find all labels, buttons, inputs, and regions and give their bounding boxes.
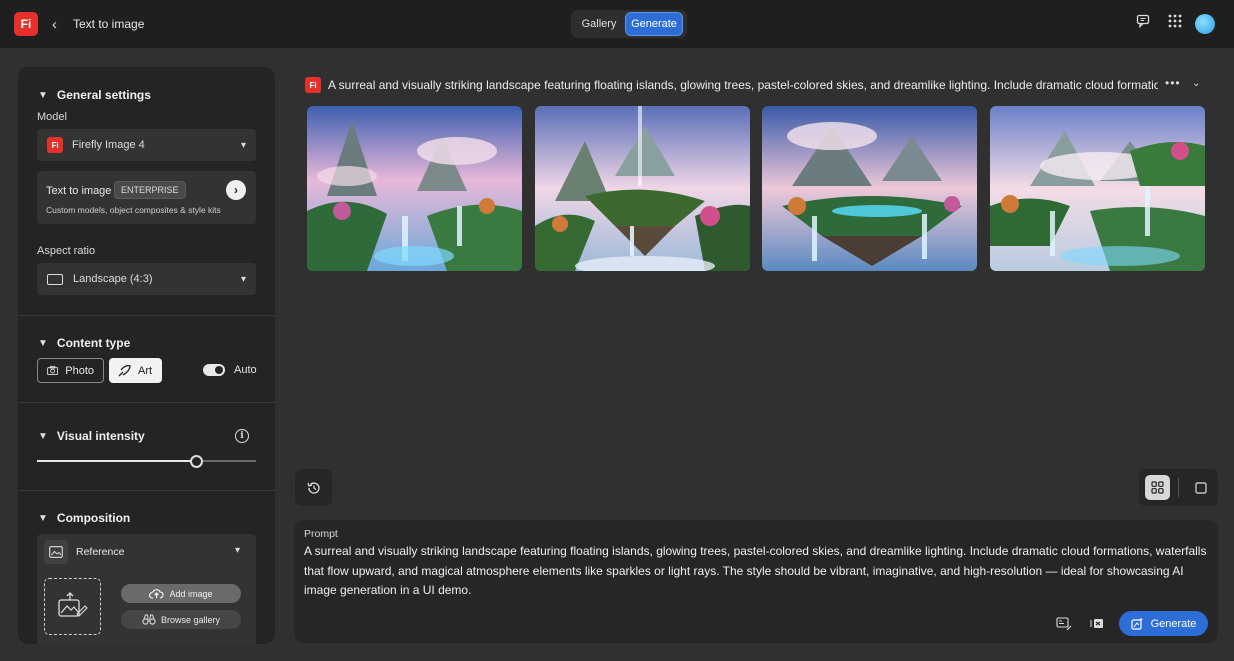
prompt-input[interactable]: A surreal and visually striking landscap… bbox=[304, 542, 1209, 601]
model-value: Firefly Image 4 bbox=[72, 139, 145, 151]
single-view-button[interactable] bbox=[1188, 475, 1213, 500]
image-floating-islands bbox=[762, 106, 977, 271]
divider bbox=[18, 490, 275, 491]
brush-icon bbox=[118, 364, 131, 376]
chevron-down-icon: ▾ bbox=[240, 273, 246, 285]
grid-view-button[interactable] bbox=[1145, 475, 1170, 500]
image-floating-islands bbox=[535, 106, 750, 271]
divider bbox=[1178, 478, 1179, 497]
browse-gallery-button[interactable]: Browse gallery bbox=[121, 610, 241, 629]
image-floating-islands bbox=[307, 106, 522, 271]
chevron-down-icon: ▼ bbox=[38, 337, 48, 349]
photo-label: Photo bbox=[65, 364, 94, 377]
tab-generate[interactable]: Generate bbox=[625, 12, 683, 36]
image-upload-dropzone[interactable] bbox=[44, 578, 101, 635]
chevron-down-icon: ▼ bbox=[38, 430, 48, 442]
generated-image-4[interactable] bbox=[990, 106, 1205, 271]
toggle-knob bbox=[215, 366, 223, 374]
generated-image-3[interactable] bbox=[762, 106, 977, 271]
tab-gallery[interactable]: Gallery bbox=[573, 12, 625, 36]
browse-gallery-label: Browse gallery bbox=[160, 614, 221, 625]
aspect-ratio-value: Landscape (4:3) bbox=[73, 273, 153, 285]
grid-view-icon bbox=[1151, 481, 1164, 494]
top-bar: Fi ‹ Text to image Gallery Generate bbox=[0, 0, 1234, 48]
history-icon bbox=[306, 481, 320, 494]
structure-reference-icon[interactable] bbox=[1090, 617, 1104, 635]
aspect-ratio-select[interactable]: Landscape (4:3) ▾ bbox=[37, 263, 256, 295]
model-select[interactable]: Fi Firefly Image 4 ▾ bbox=[37, 129, 256, 161]
add-image-icon bbox=[57, 591, 88, 617]
chevron-down-icon: ▼ bbox=[38, 89, 48, 101]
prompt-preview: A surreal and visually striking landscap… bbox=[328, 78, 1158, 92]
composition-header[interactable]: ▼ Composition bbox=[38, 511, 130, 525]
generate-label: Generate bbox=[1150, 617, 1197, 630]
prompt-box: Prompt A surreal and visually striking l… bbox=[294, 520, 1218, 643]
auto-toggle[interactable] bbox=[203, 364, 225, 376]
photo-button[interactable]: Photo bbox=[37, 358, 104, 383]
reference-card: Reference ▾ Add image Browse gallery bbox=[37, 534, 256, 644]
generate-icon bbox=[1130, 617, 1143, 630]
generated-image-2[interactable] bbox=[535, 106, 750, 271]
model-label: Model bbox=[37, 111, 67, 123]
feedback-icon[interactable] bbox=[1136, 14, 1150, 31]
reference-icon bbox=[44, 540, 68, 564]
divider bbox=[18, 402, 275, 403]
art-button[interactable]: Art bbox=[109, 358, 162, 383]
camera-icon bbox=[47, 365, 59, 376]
firefly-model-logo: Fi bbox=[47, 137, 63, 153]
cloud-upload-icon bbox=[149, 589, 165, 599]
enterprise-card[interactable]: Text to image ENTERPRISE Custom models, … bbox=[37, 171, 256, 224]
apps-grid-icon[interactable] bbox=[1168, 14, 1182, 31]
history-button[interactable] bbox=[295, 469, 332, 506]
visual-intensity-header[interactable]: ▼ Visual intensity bbox=[38, 429, 145, 443]
firefly-logo[interactable]: Fi bbox=[14, 12, 38, 36]
more-options-icon[interactable]: ••• bbox=[1165, 76, 1181, 90]
chevron-down-icon[interactable]: ⌄ bbox=[1192, 78, 1200, 89]
chevron-down-icon: ▾ bbox=[240, 139, 246, 151]
settings-panel: ▼ General settings Model Fi Firefly Imag… bbox=[18, 67, 275, 644]
arrow-right-icon[interactable]: › bbox=[226, 180, 246, 200]
landscape-icon bbox=[47, 273, 63, 285]
avatar[interactable] bbox=[1195, 14, 1215, 34]
composition-title: Composition bbox=[56, 511, 131, 525]
enterprise-badge: ENTERPRISE bbox=[114, 181, 186, 199]
intensity-slider-fill bbox=[37, 460, 197, 462]
info-icon[interactable]: i bbox=[235, 429, 249, 443]
art-label: Art bbox=[138, 364, 153, 377]
prompt-label: Prompt bbox=[304, 528, 338, 540]
general-settings-title: General settings bbox=[56, 88, 151, 102]
enterprise-title: Text to image bbox=[46, 185, 112, 197]
chevron-down-icon[interactable]: ▾ bbox=[235, 545, 240, 556]
generated-image-1[interactable] bbox=[307, 106, 522, 271]
image-floating-islands bbox=[990, 106, 1205, 271]
style-reference-icon[interactable] bbox=[1056, 617, 1072, 636]
page-title: Text to image bbox=[73, 17, 145, 31]
visual-intensity-title: Visual intensity bbox=[56, 429, 145, 443]
firefly-badge: Fi bbox=[305, 77, 321, 93]
general-settings-header[interactable]: ▼ General settings bbox=[38, 88, 151, 102]
view-toggle bbox=[1139, 469, 1218, 506]
divider bbox=[18, 315, 275, 316]
generate-button[interactable]: Generate bbox=[1119, 611, 1208, 636]
add-image-label: Add image bbox=[169, 588, 213, 599]
chevron-left-icon[interactable]: ‹ bbox=[52, 16, 57, 33]
binoculars-icon bbox=[142, 614, 156, 625]
intensity-slider-thumb[interactable] bbox=[190, 455, 204, 468]
add-image-button[interactable]: Add image bbox=[121, 584, 241, 603]
aspect-ratio-label: Aspect ratio bbox=[37, 245, 96, 257]
enterprise-description: Custom models, object composites & style… bbox=[46, 205, 221, 215]
reference-label: Reference bbox=[76, 546, 125, 558]
chevron-down-icon: ▼ bbox=[38, 512, 48, 524]
auto-label: Auto bbox=[234, 364, 257, 376]
content-type-header[interactable]: ▼ Content type bbox=[38, 336, 130, 350]
mode-switch: Gallery Generate bbox=[571, 10, 687, 38]
single-view-icon bbox=[1194, 481, 1207, 494]
content-type-title: Content type bbox=[56, 336, 131, 350]
